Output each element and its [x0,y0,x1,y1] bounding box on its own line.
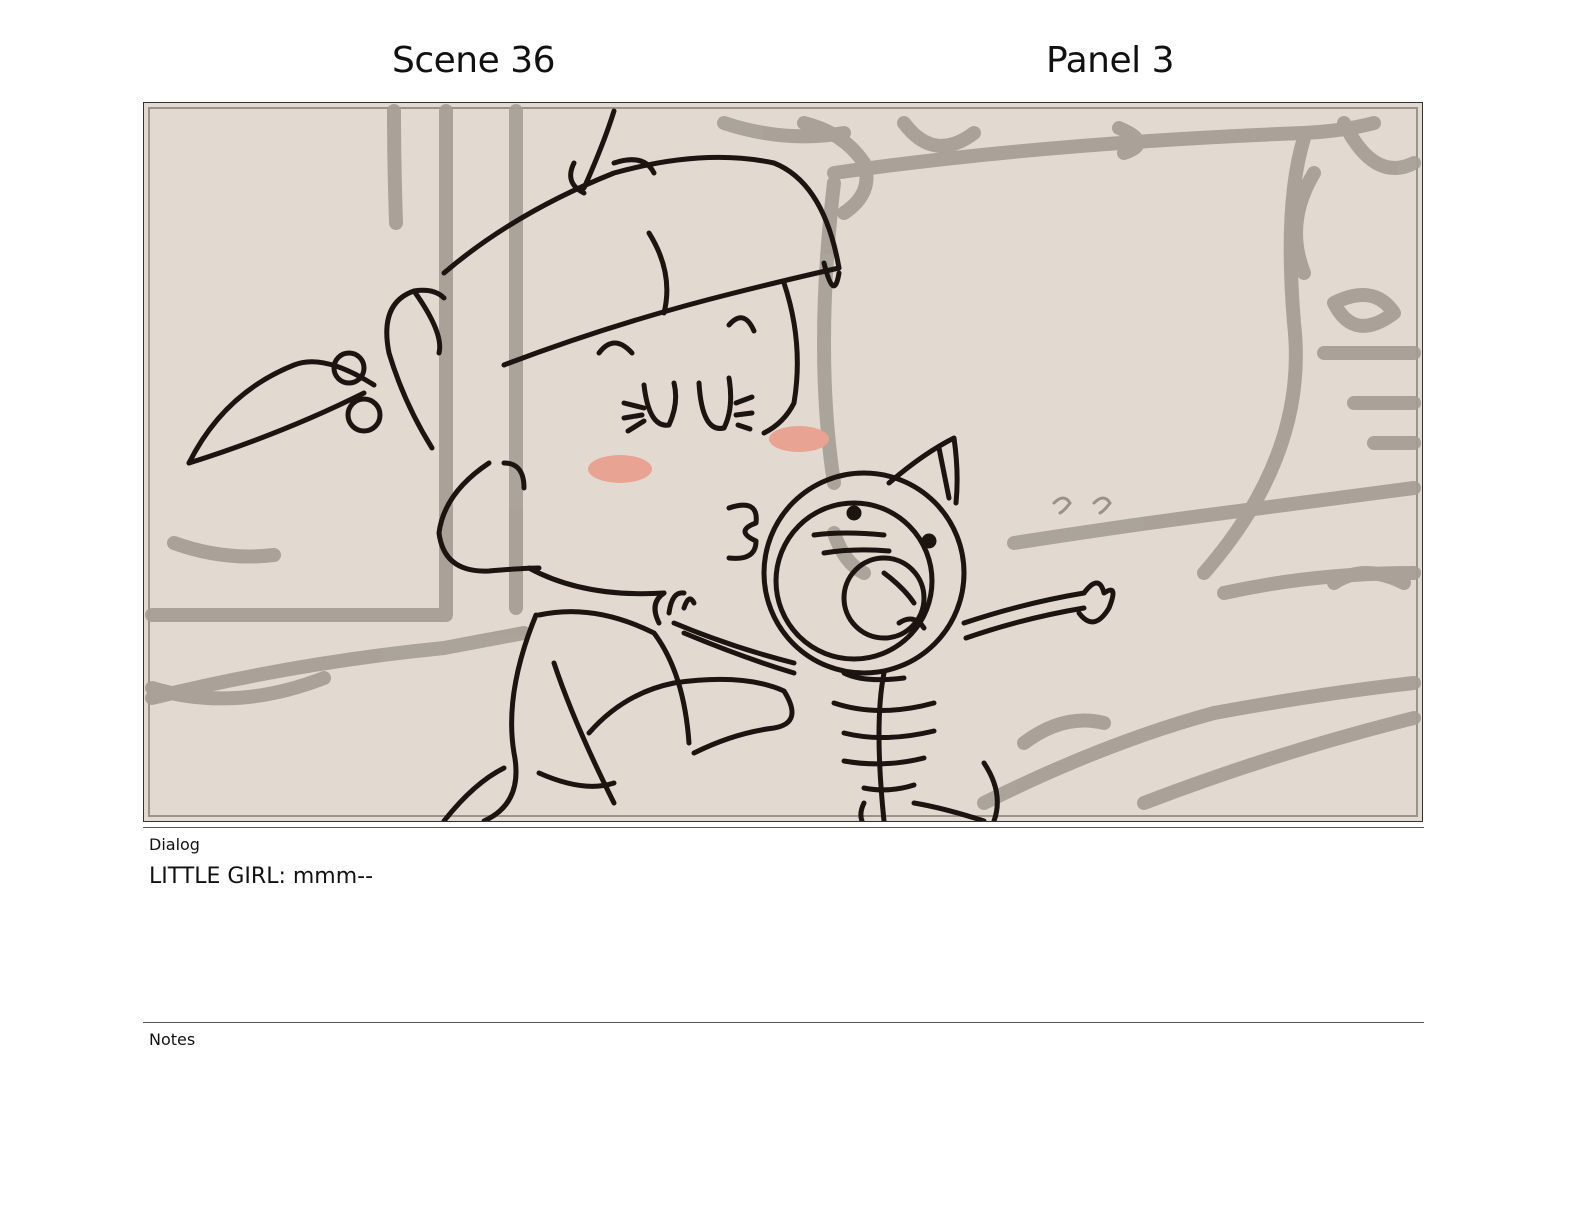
storyboard-panel-frame [143,102,1423,822]
dialog-text: LITTLE GIRL: mmm-- [149,864,374,889]
notes-label: Notes [149,1030,196,1049]
storyboard-drawing [144,103,1422,821]
dialog-label: Dialog [149,835,200,854]
notes-divider [143,1022,1424,1023]
panel-number: Panel 3 [1046,40,1174,81]
dialog-divider [143,827,1424,828]
scene-number: Scene 36 [392,40,556,81]
